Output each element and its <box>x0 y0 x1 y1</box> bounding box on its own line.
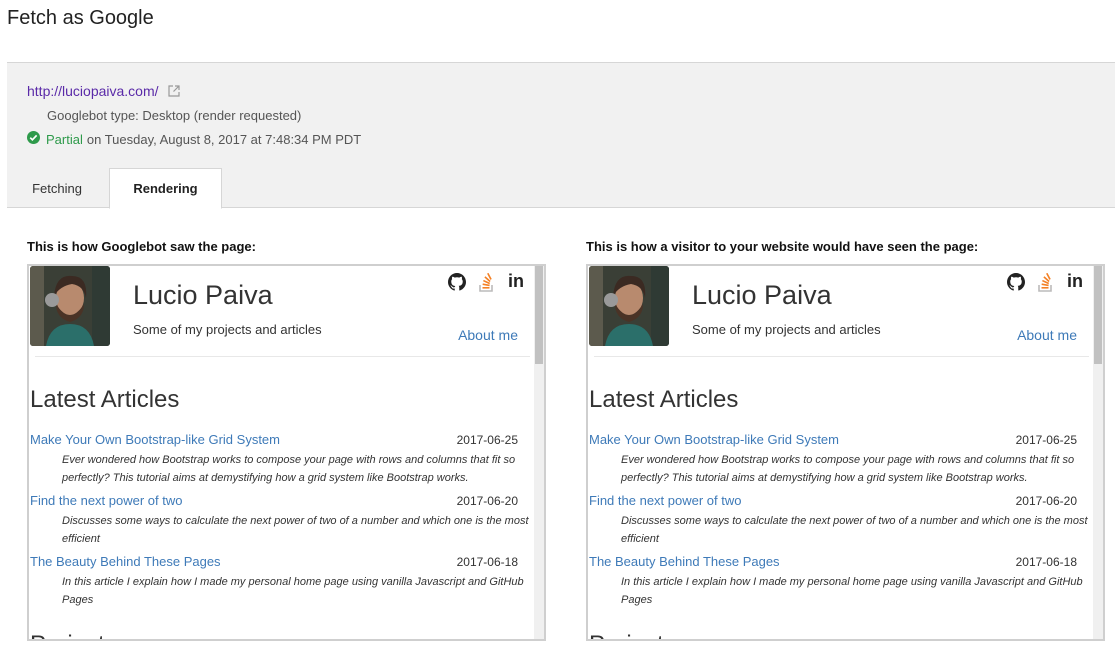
article-description: Ever wondered how Bootstrap works to com… <box>621 451 1091 487</box>
status-partial: Partial <box>46 131 83 147</box>
linkedin-icon[interactable]: in <box>508 272 528 293</box>
header-divider <box>35 356 530 357</box>
github-icon[interactable] <box>1007 273 1027 293</box>
googlebot-type: Googlebot type: Desktop (render requeste… <box>47 108 302 123</box>
article-description-line: Ever wondered how Bootstrap works to com… <box>621 454 1075 466</box>
latest-articles-heading: Latest Articles <box>30 386 180 413</box>
tab-fetching[interactable]: Fetching <box>7 168 107 208</box>
article-title[interactable]: The Beauty Behind These Pages <box>589 554 780 569</box>
render-viewport: Lucio Paiva Some of my projects and arti… <box>29 266 534 639</box>
site-subtitle: Some of my projects and articles <box>133 322 322 337</box>
latest-articles-heading: Latest Articles <box>589 386 739 413</box>
avatar <box>589 266 669 346</box>
article-date: 2017-06-18 <box>1015 555 1077 569</box>
stackoverflow-icon[interactable] <box>1037 272 1057 293</box>
projects-heading-partial: Projects <box>30 631 117 639</box>
article-title[interactable]: Find the next power of two <box>30 493 182 508</box>
github-icon[interactable] <box>448 273 468 293</box>
article-description: In this article I explain how I made my … <box>621 573 1091 609</box>
article-description: Discusses some ways to calculate the nex… <box>62 512 532 548</box>
googlebot-caption: This is how Googlebot saw the page: <box>27 239 256 254</box>
projects-heading-partial: Projects <box>589 631 676 639</box>
scrollbar-thumb[interactable] <box>535 266 543 364</box>
article-description-line: efficient <box>621 533 659 545</box>
article-date: 2017-06-25 <box>1015 433 1077 447</box>
scrollbar-thumb[interactable] <box>1094 266 1102 364</box>
about-me-link[interactable]: About me <box>1017 327 1077 343</box>
external-link-icon[interactable] <box>168 84 181 100</box>
tab-rendering[interactable]: Rendering <box>109 168 222 209</box>
linkedin-icon[interactable]: in <box>1067 272 1087 293</box>
frame-scrollbar[interactable] <box>1093 266 1103 639</box>
article-title[interactable]: Make Your Own Bootstrap-like Grid System <box>589 432 839 447</box>
site-name: Lucio Paiva <box>133 280 273 310</box>
article-date: 2017-06-20 <box>1015 494 1077 508</box>
article-description: Discusses some ways to calculate the nex… <box>621 512 1091 548</box>
article-description-line: Ever wondered how Bootstrap works to com… <box>62 454 516 466</box>
article-description-line: Discusses some ways to calculate the nex… <box>621 515 1088 527</box>
googlebot-render-frame: Lucio Paiva Some of my projects and arti… <box>27 264 546 641</box>
article-description-line: In this article I explain how I made my … <box>621 576 1083 588</box>
article-title[interactable]: Find the next power of two <box>589 493 741 508</box>
site-name: Lucio Paiva <box>692 280 832 310</box>
fetch-status: Partial on Tuesday, August 8, 2017 at 7:… <box>27 131 361 147</box>
fetched-url-line: http://luciopaiva.com/ <box>27 83 181 100</box>
article-title[interactable]: Make Your Own Bootstrap-like Grid System <box>30 432 280 447</box>
article-date: 2017-06-25 <box>456 433 518 447</box>
article-description-line: Discusses some ways to calculate the nex… <box>62 515 529 527</box>
about-me-link[interactable]: About me <box>458 327 518 343</box>
article-description-line: perfectly? This tutorial aims at demysti… <box>62 472 469 484</box>
article-description: Ever wondered how Bootstrap works to com… <box>62 451 532 487</box>
stackoverflow-icon[interactable] <box>478 272 498 293</box>
visitor-render-frame: Lucio Paiva Some of my projects and arti… <box>586 264 1105 641</box>
article-date: 2017-06-20 <box>456 494 518 508</box>
status-timestamp: on Tuesday, August 8, 2017 at 7:48:34 PM… <box>86 131 362 147</box>
article-description-line: In this article I explain how I made my … <box>62 576 524 588</box>
article-description-line: Pages <box>62 594 94 606</box>
article-description-line: perfectly? This tutorial aims at demysti… <box>621 472 1028 484</box>
render-viewport: Lucio Paiva Some of my projects and arti… <box>588 266 1093 639</box>
article-description-line: efficient <box>62 533 100 545</box>
site-subtitle: Some of my projects and articles <box>692 322 881 337</box>
check-circle-icon <box>27 131 40 147</box>
page-title: Fetch as Google <box>7 7 154 29</box>
fetched-url-link[interactable]: http://luciopaiva.com/ <box>27 83 159 99</box>
article-title[interactable]: The Beauty Behind These Pages <box>30 554 221 569</box>
article-date: 2017-06-18 <box>456 555 518 569</box>
frame-scrollbar[interactable] <box>534 266 544 639</box>
header-divider <box>594 356 1089 357</box>
article-description: In this article I explain how I made my … <box>62 573 532 609</box>
avatar <box>30 266 110 346</box>
visitor-caption: This is how a visitor to your website wo… <box>586 239 979 254</box>
article-description-line: Pages <box>621 594 653 606</box>
